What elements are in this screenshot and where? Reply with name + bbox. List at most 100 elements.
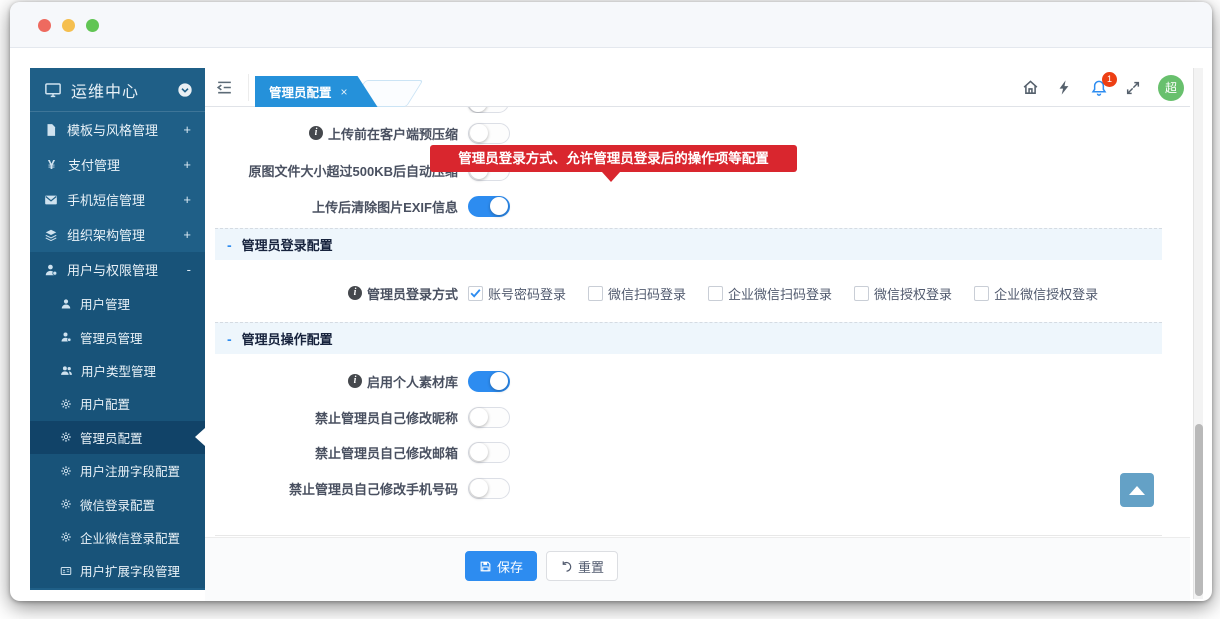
personal-material-toggle[interactable]	[468, 371, 510, 392]
user-icon	[60, 298, 72, 310]
sidebar-item-label: 组织架构管理	[67, 225, 183, 244]
floppy-icon	[479, 560, 492, 573]
row-personal-material: i 启用个人素材库	[215, 369, 1162, 393]
sidebar-item-payment[interactable]: ¥ 支付管理 +	[30, 147, 205, 182]
sidebar-item-label: 用户配置	[80, 394, 130, 413]
document-icon	[44, 123, 58, 137]
users-icon	[60, 364, 73, 377]
sidebar-header: 运维中心	[30, 68, 205, 112]
expand-plus-icon: +	[183, 192, 191, 207]
row-label: 上传后清除图片EXIF信息	[312, 197, 458, 216]
row-forbid-phone: 禁止管理员自己修改手机号码	[215, 476, 1162, 500]
forbid-nickname-toggle[interactable]	[468, 407, 510, 428]
notification-bell-icon[interactable]: 1	[1090, 79, 1108, 97]
save-button[interactable]: 保存	[465, 551, 537, 581]
info-icon: i	[309, 126, 323, 140]
monitor-icon	[44, 81, 62, 99]
back-to-top-button[interactable]	[1120, 473, 1154, 507]
sidebar-item-wechat-login-config[interactable]: 微信登录配置	[30, 487, 205, 520]
gear-icon	[60, 531, 72, 543]
precompress-toggle[interactable]	[468, 123, 510, 144]
sidebar-item-sms[interactable]: 手机短信管理 +	[30, 182, 205, 217]
checkbox-wechat-auth[interactable]: 微信授权登录	[854, 284, 952, 303]
reset-button[interactable]: 重置	[546, 551, 618, 581]
home-icon[interactable]	[1022, 79, 1039, 96]
collapse-minus-icon[interactable]: -	[227, 331, 232, 347]
checkbox-box[interactable]	[588, 286, 603, 301]
checkbox-box[interactable]	[854, 286, 869, 301]
close-tab-icon[interactable]: ×	[341, 85, 348, 99]
notification-badge: 1	[1102, 72, 1117, 87]
checkbox-box[interactable]	[468, 286, 483, 301]
sidebar-item-register-field-config[interactable]: 用户注册字段配置	[30, 454, 205, 487]
sidebar-item-user-config[interactable]: 用户配置	[30, 387, 205, 420]
row-exif: 上传后清除图片EXIF信息	[215, 194, 1162, 218]
lightning-icon[interactable]	[1056, 79, 1073, 96]
sidebar-item-templates[interactable]: 模板与风格管理 +	[30, 112, 205, 147]
row-label: 原图文件大小超过500KB后自动压缩	[249, 161, 458, 180]
row-label: 管理员登录方式	[367, 284, 458, 303]
checkbox-wecom-scan[interactable]: 企业微信扫码登录	[708, 284, 832, 303]
section-title: 管理员登录配置	[242, 235, 333, 254]
checkbox-label: 企业微信授权登录	[994, 284, 1098, 303]
tab-label: 管理员配置	[269, 82, 332, 101]
forbid-email-toggle[interactable]	[468, 442, 510, 463]
sidebar-item-label: 用户注册字段配置	[80, 461, 180, 480]
check-icon	[469, 286, 482, 300]
envelope-icon	[44, 193, 58, 207]
forbid-phone-toggle[interactable]	[468, 478, 510, 499]
section-title: 管理员操作配置	[242, 329, 333, 348]
row-label: 禁止管理员自己修改邮箱	[315, 443, 458, 462]
layers-icon	[44, 228, 58, 242]
row-label: 上传前在客户端预压缩	[328, 124, 458, 143]
sidebar-item-user-management[interactable]: 用户管理	[30, 287, 205, 320]
sidebar-item-label: 支付管理	[68, 155, 183, 174]
minimize-window-button[interactable]	[62, 19, 75, 32]
exif-toggle[interactable]	[468, 196, 510, 217]
sidebar-item-admin-management[interactable]: 管理员管理	[30, 320, 205, 353]
info-icon: i	[348, 286, 362, 300]
gear-icon	[60, 465, 72, 477]
topbar: 管理员配置 × 1 超	[205, 68, 1190, 107]
checkbox-wechat-scan[interactable]: 微信扫码登录	[588, 284, 686, 303]
scrollbar-track[interactable]	[1193, 68, 1203, 599]
checkbox-label: 企业微信扫码登录	[728, 284, 832, 303]
save-button-label: 保存	[497, 557, 523, 576]
sidebar-item-label: 管理员配置	[80, 428, 143, 447]
section-login-config: - 管理员登录配置	[215, 228, 1162, 260]
chevron-down-circle-icon[interactable]	[177, 82, 193, 98]
fullscreen-expand-icon[interactable]	[1125, 80, 1141, 96]
sidebar-item-user-type-management[interactable]: 用户类型管理	[30, 354, 205, 387]
undo-icon	[560, 560, 573, 573]
sidebar-collapse-icon[interactable]	[215, 78, 234, 97]
sidebar-item-wecom-login-config[interactable]: 企业微信登录配置	[30, 521, 205, 554]
sidebar-item-users-permissions[interactable]: 用户与权限管理 -	[30, 252, 205, 287]
scrollbar-thumb[interactable]	[1195, 424, 1203, 596]
row-label: 禁止管理员自己修改昵称	[315, 408, 458, 427]
checkbox-box[interactable]	[708, 286, 723, 301]
sidebar: 运维中心 模板与风格管理 + ¥ 支付管理 + 手机短信管理 + 组织架构管理	[30, 68, 205, 590]
sidebar-item-admin-config[interactable]: 管理员配置	[30, 421, 205, 454]
zoom-window-button[interactable]	[86, 19, 99, 32]
checkbox-wecom-auth[interactable]: 企业微信授权登录	[974, 284, 1098, 303]
sidebar-item-label: 用户扩展字段管理	[80, 561, 180, 580]
admin-user-icon	[60, 331, 72, 343]
tab-admin-config[interactable]: 管理员配置 ×	[255, 76, 378, 107]
checkbox-label: 微信扫码登录	[608, 284, 686, 303]
triangle-up-icon	[1129, 486, 1145, 495]
clipped-toggle[interactable]	[467, 107, 509, 113]
sidebar-item-label: 用户管理	[80, 294, 130, 313]
expand-plus-icon: +	[183, 227, 191, 242]
sidebar-item-organization[interactable]: 组织架构管理 +	[30, 217, 205, 252]
sidebar-item-label: 用户类型管理	[81, 361, 156, 380]
close-window-button[interactable]	[38, 19, 51, 32]
avatar[interactable]: 超	[1158, 75, 1184, 101]
sidebar-item-user-extend-field[interactable]: 用户扩展字段管理	[30, 554, 205, 587]
tooltip-admin-login-config: 管理员登录方式、允许管理员登录后的操作项等配置	[430, 145, 797, 172]
checkbox-label: 账号密码登录	[488, 284, 566, 303]
info-icon: i	[348, 374, 362, 388]
collapse-minus-icon[interactable]: -	[227, 237, 232, 253]
checkbox-box[interactable]	[974, 286, 989, 301]
row-label: 启用个人素材库	[367, 372, 458, 391]
checkbox-account-password[interactable]: 账号密码登录	[468, 284, 566, 303]
